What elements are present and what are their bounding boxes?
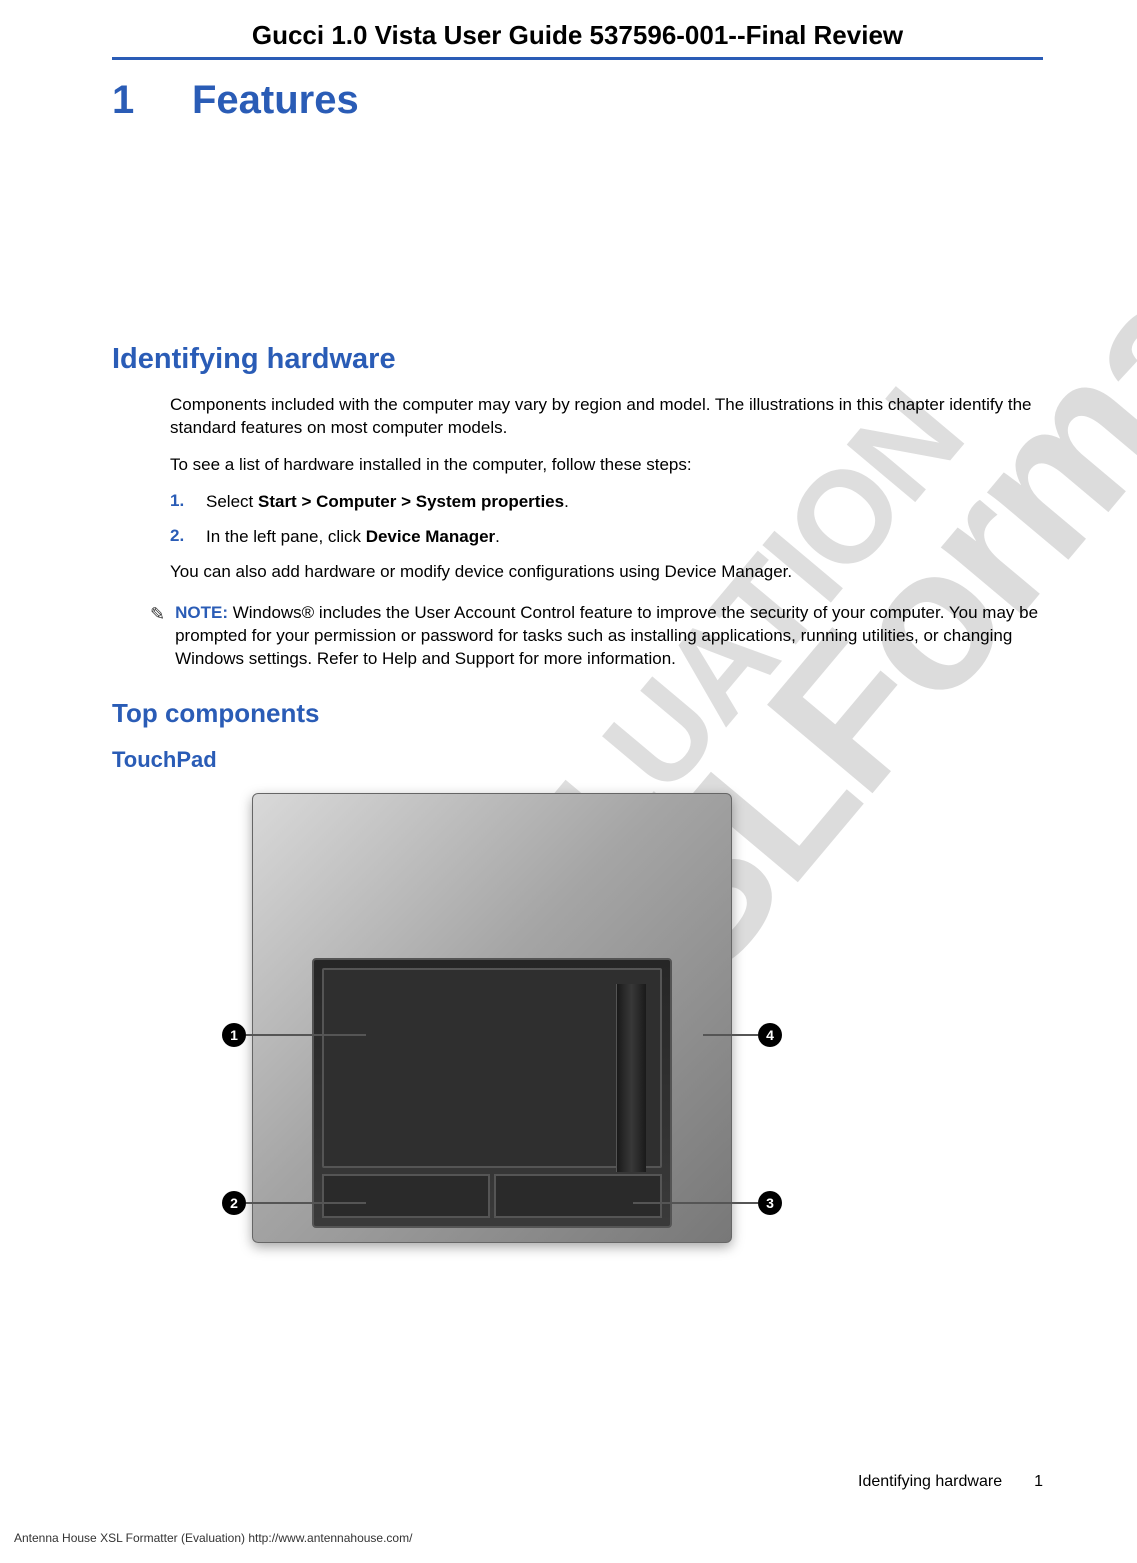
- touchpad-surface: [322, 968, 662, 1168]
- page-footer: Identifying hardware 1: [858, 1473, 1043, 1491]
- section-top-components: Top components: [112, 698, 1043, 729]
- chapter-number: 1: [112, 78, 152, 123]
- touchpad-left-button: [322, 1174, 490, 1218]
- section-identifying-hardware: Identifying hardware: [112, 343, 1043, 376]
- chapter-title: Features: [192, 78, 359, 123]
- note-icon: ✎: [150, 604, 165, 671]
- intro-paragraph: Components included with the computer ma…: [170, 394, 1043, 440]
- step-text: In the left pane, click Device Manager.: [206, 526, 500, 549]
- document-header: Gucci 1.0 Vista User Guide 537596-001--F…: [112, 20, 1043, 60]
- section-touchpad: TouchPad: [112, 747, 1043, 773]
- note-text: Windows® includes the User Account Contr…: [175, 603, 1038, 668]
- touchpad-assembly: [312, 958, 672, 1228]
- steps-footer: You can also add hardware or modify devi…: [170, 561, 1043, 584]
- step-1: 1. Select Start > Computer > System prop…: [170, 491, 1043, 514]
- callout-lead: [246, 1034, 366, 1036]
- steps-intro: To see a list of hardware installed in t…: [170, 454, 1043, 477]
- callout-lead: [246, 1202, 366, 1204]
- callout-4: 4: [758, 1023, 782, 1047]
- step-2: 2. In the left pane, click Device Manage…: [170, 526, 1043, 549]
- vendor-footer: Antenna House XSL Formatter (Evaluation)…: [14, 1531, 412, 1545]
- note-block: ✎ NOTE: Windows® includes the User Accou…: [112, 602, 1043, 671]
- callout-lead: [633, 1202, 758, 1204]
- touchpad-figure: 1 2 3 4: [182, 793, 802, 1253]
- step-number: 1.: [170, 491, 206, 514]
- touchpad-scroll-zone: [616, 984, 646, 1172]
- footer-section-name: Identifying hardware: [858, 1473, 1002, 1491]
- note-label: NOTE:: [175, 603, 228, 622]
- touchpad-right-button: [494, 1174, 662, 1218]
- callout-lead: [703, 1034, 758, 1036]
- step-number: 2.: [170, 526, 206, 549]
- callout-1: 1: [222, 1023, 246, 1047]
- callout-2: 2: [222, 1191, 246, 1215]
- chapter-heading: 1 Features: [112, 78, 1043, 123]
- callout-3: 3: [758, 1191, 782, 1215]
- step-text: Select Start > Computer > System propert…: [206, 491, 569, 514]
- footer-page-number: 1: [1034, 1473, 1043, 1491]
